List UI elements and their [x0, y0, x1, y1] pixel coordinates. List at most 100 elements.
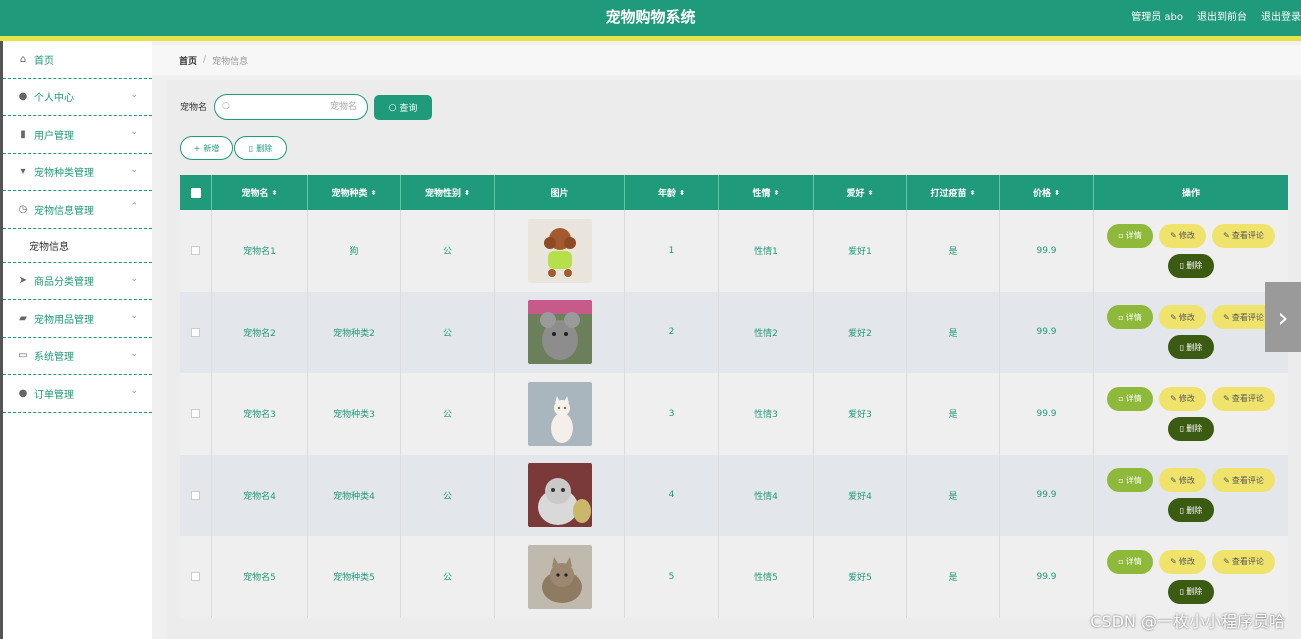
sidebar-item-pet-goods[interactable]: ▰ 宠物用品管理 ⌄ — [3, 300, 152, 338]
doc-icon: ▫ — [1118, 312, 1124, 322]
pencil-icon: ✎ — [1170, 557, 1177, 567]
column-header: 图片 — [495, 175, 625, 210]
view-reviews-button[interactable]: ✎ 查看评论 — [1212, 549, 1275, 574]
home-icon: ⌂ — [19, 53, 27, 65]
chevron-down-icon: ⌄ — [130, 127, 138, 137]
sidebar: ⌂ 首页 ● 个人中心 ⌄ ▮ 用户管理 ⌄ ▾ 宠物种类管理 ⌄ ◷ 宠物信息管理 ⌃ 宠物信息… — [0, 41, 152, 639]
sort-icon: ⬍ — [867, 188, 874, 197]
cell-name: 宠物名3 — [212, 373, 308, 455]
select-all-checkbox[interactable] — [190, 187, 201, 198]
edit-button[interactable]: ✎ 修改 — [1159, 386, 1206, 411]
delete-button[interactable]: ▯ 删除 — [1168, 335, 1214, 360]
edit-button[interactable]: ✎ 修改 — [1159, 223, 1206, 248]
column-header[interactable]: 宠物名 ⬍ — [212, 175, 308, 210]
column-header[interactable]: 宠物性别 ⬍ — [401, 175, 495, 210]
review-label: 查看评论 — [1231, 557, 1264, 567]
cell-price: 99.9 — [1000, 454, 1094, 536]
sidebar-item-label: 宠物种类管理 — [34, 168, 94, 180]
delete-button[interactable]: ▯ 删除 — [1168, 498, 1214, 523]
row-select-cell — [180, 210, 212, 292]
edit-button[interactable]: ✎ 修改 — [1159, 549, 1206, 574]
sidebar-subitem-pet-info[interactable]: 宠物信息 — [3, 229, 152, 263]
sort-icon: ⬍ — [1054, 188, 1060, 197]
chevron-down-icon: ⌄ — [130, 311, 138, 321]
detail-button[interactable]: ▫ 详情 — [1107, 549, 1153, 574]
view-reviews-button[interactable]: ✎ 查看评论 — [1212, 468, 1275, 493]
breadcrumb-home[interactable]: 首页 — [179, 54, 197, 67]
view-reviews-button[interactable]: ✎ 查看评论 — [1212, 223, 1275, 248]
edit-label: 修改 — [1178, 394, 1195, 404]
search-input[interactable] — [237, 99, 357, 115]
column-header[interactable]: 价格 ⬍ — [1000, 175, 1094, 210]
sidebar-item-pet-category[interactable]: ▾ 宠物种类管理 ⌄ — [3, 154, 152, 191]
sidebar-item-goods-category[interactable]: ➤ 商品分类管理 ⌄ — [3, 263, 152, 300]
sidebar-item-label: 宠物信息 — [29, 241, 69, 253]
sort-icon: ⬍ — [370, 188, 377, 197]
row-checkbox[interactable] — [191, 490, 200, 500]
sidebar-item-profile[interactable]: ● 个人中心 ⌄ — [3, 79, 152, 116]
edit-label: 修改 — [1178, 231, 1195, 241]
cell-temper: 性情2 — [719, 291, 814, 373]
sidebar-item-users[interactable]: ▮ 用户管理 ⌄ — [3, 116, 152, 154]
detail-button[interactable]: ▫ 详情 — [1107, 223, 1153, 248]
column-header[interactable]: 爱好 ⬍ — [814, 175, 907, 210]
table-header: 宠物名 ⬍ 宠物种类 ⬍ 宠物性别 ⬍ 图片 年龄 ⬍ 性情 ⬍ 爱好 ⬍ 打过疫苗 ⬍ 价格… — [180, 175, 1288, 210]
column-header[interactable]: 打过疫苗 ⬍ — [907, 175, 1000, 210]
batch-delete-button[interactable]: ▯ 删除 — [234, 136, 287, 160]
edit-label: 修改 — [1178, 312, 1195, 322]
pet-table: 宠物名 ⬍ 宠物种类 ⬍ 宠物性别 ⬍ 图片 年龄 ⬍ 性情 ⬍ 爱好 ⬍ 打过疫苗 ⬍ 价格… — [180, 175, 1288, 618]
cell-temper: 性情1 — [719, 210, 814, 292]
sidebar-item-system[interactable]: ▭ 系统管理 ⌄ — [3, 338, 152, 375]
pencil-icon: ✎ — [1223, 557, 1230, 567]
back-to-front-link[interactable]: 退出到前台 — [1197, 8, 1247, 23]
sidebar-item-label: 商品分类管理 — [34, 277, 94, 289]
white-cat-image — [527, 381, 592, 446]
delete-button[interactable]: ▯ 删除 — [1168, 579, 1214, 604]
cell-hobby: 爱好3 — [814, 373, 907, 455]
sidebar-item-pet-info[interactable]: ◷ 宠物信息管理 ⌃ — [3, 191, 152, 229]
chevron-down-icon: ⌄ — [130, 89, 138, 100]
row-checkbox[interactable] — [191, 246, 200, 256]
edit-button[interactable]: ✎ 修改 — [1159, 305, 1206, 330]
logout-link[interactable]: 退出登录 — [1261, 8, 1301, 23]
detail-button[interactable]: ▫ 详情 — [1107, 305, 1153, 330]
view-reviews-button[interactable]: ✎ 查看评论 — [1212, 386, 1275, 411]
table-row: 宠物名5 宠物种类5 公 5 性情5 爱好5 是 99.9 ▫ 详情 ✎ 修改 ✎ 查… — [180, 536, 1288, 618]
cell-gender: 公 — [401, 291, 495, 373]
cell-gender: 公 — [401, 373, 495, 455]
detail-button[interactable]: ▫ 详情 — [1107, 386, 1153, 411]
detail-label: 详情 — [1125, 557, 1142, 567]
sidebar-item-label: 宠物用品管理 — [34, 314, 94, 326]
detail-label: 详情 — [1125, 312, 1142, 322]
delete-button[interactable]: ▯ 删除 — [1168, 253, 1214, 278]
next-arrow-button[interactable]: › — [1265, 282, 1301, 352]
column-header[interactable]: 年龄 ⬍ — [625, 175, 719, 210]
row-checkbox[interactable] — [191, 409, 200, 419]
chinchilla-image — [527, 300, 592, 365]
edit-button[interactable]: ✎ 修改 — [1159, 468, 1206, 493]
detail-button[interactable]: ▫ 详情 — [1107, 468, 1153, 493]
order-icon: ● — [18, 387, 28, 399]
row-checkbox[interactable] — [191, 327, 200, 337]
search-icon: ○ — [388, 102, 397, 113]
column-header-label: 性情 — [752, 189, 771, 199]
detail-label: 详情 — [1125, 475, 1142, 485]
sidebar-item-orders[interactable]: ● 订单管理 ⌄ — [3, 375, 152, 413]
table-row: 宠物名1 狗 公 1 性情1 爱好1 是 99.9 ▫ 详情 ✎ 修改 ✎ 查看评论 … — [180, 210, 1288, 292]
operations-row: ▫ 详情 ✎ 修改 ✎ 查看评论 — [1107, 386, 1275, 411]
cell-age: 3 — [625, 373, 719, 455]
column-header[interactable]: 性情 ⬍ — [719, 175, 814, 210]
query-button-label: 查询 — [399, 104, 418, 114]
delete-button[interactable]: ▯ 删除 — [1168, 416, 1214, 441]
chevron-down-icon: ⌄ — [130, 386, 138, 396]
query-button[interactable]: ○ 查询 — [374, 95, 432, 120]
cell-kind: 宠物种类3 — [308, 373, 401, 455]
sidebar-item-home[interactable]: ⌂ 首页 — [3, 41, 152, 79]
column-header[interactable]: 宠物种类 ⬍ — [308, 175, 401, 210]
chevron-down-icon: ⌄ — [130, 348, 138, 359]
cell-kind: 宠物种类5 — [308, 536, 401, 618]
row-checkbox[interactable] — [191, 572, 200, 582]
add-button[interactable]: + 新增 — [180, 136, 233, 160]
chevron-down-icon: ⌄ — [130, 273, 138, 284]
trash-icon: ▯ — [1179, 587, 1185, 597]
